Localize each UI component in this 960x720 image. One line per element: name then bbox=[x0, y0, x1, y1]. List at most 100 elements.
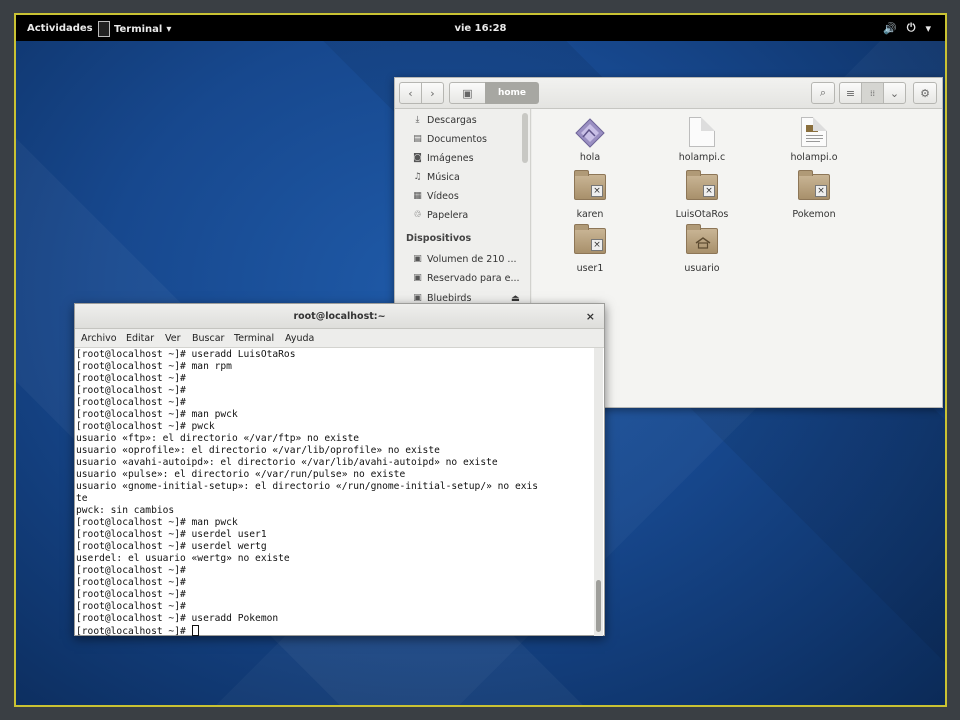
terminal-line: [root@localhost ~]# bbox=[76, 385, 186, 396]
terminal-line: [root@localhost ~]# bbox=[76, 577, 186, 588]
file-name: holampi.c bbox=[678, 152, 726, 163]
folder-item-usuario[interactable]: usuario bbox=[662, 224, 742, 274]
sidebar-item-label: Documentos bbox=[427, 133, 487, 145]
forward-button[interactable]: › bbox=[421, 82, 444, 104]
sidebar-item-imagenes[interactable]: ◙ Imágenes bbox=[412, 150, 474, 166]
folder-item-user1[interactable]: × user1 bbox=[550, 224, 630, 274]
sidebar-item-label: Bluebirds bbox=[427, 292, 472, 304]
grid-view-button[interactable]: ⁞⁞ bbox=[861, 82, 884, 104]
sidebar-device-volumen[interactable]: ▣ Volumen de 210 ... bbox=[412, 251, 516, 267]
terminal-line: [root@localhost ~]# useradd Pokemon bbox=[76, 613, 279, 624]
path-home-button[interactable]: home bbox=[485, 82, 539, 104]
terminal-scrollbar[interactable] bbox=[594, 348, 603, 636]
chevron-right-icon: › bbox=[430, 86, 435, 100]
locked-folder-icon: × bbox=[685, 170, 719, 206]
file-item-holampi-o[interactable]: holampi.o bbox=[774, 117, 854, 163]
power-icon[interactable]: ⏻ bbox=[907, 21, 916, 35]
folder-item-luisotaros[interactable]: × LuisOtaRos bbox=[662, 170, 742, 220]
folder-name: Pokemon bbox=[792, 209, 836, 220]
music-icon: ♫ bbox=[413, 172, 422, 182]
terminal-titlebar[interactable]: root@localhost:~ × bbox=[75, 304, 604, 329]
binary-file-icon bbox=[797, 117, 831, 149]
desktop: Actividades Terminal ▾ vie 16:28 🔊 ⏻ ▾ ‹… bbox=[14, 13, 947, 707]
terminal-line: [root@localhost ~]# useradd LuisOtaRos bbox=[76, 349, 296, 360]
file-name: holampi.o bbox=[790, 152, 838, 163]
top-bar: Actividades Terminal ▾ vie 16:28 🔊 ⏻ ▾ bbox=[16, 15, 945, 41]
camera-icon: ◙ bbox=[413, 153, 422, 163]
sidebar-item-label: Reservado para e... bbox=[427, 272, 520, 284]
clock[interactable]: vie 16:28 bbox=[16, 23, 945, 34]
search-icon: ⌕ bbox=[819, 86, 827, 99]
folder-name: user1 bbox=[576, 263, 604, 274]
close-icon[interactable]: × bbox=[586, 304, 595, 329]
terminal-line: pwck: sin cambios bbox=[76, 505, 175, 516]
menu-ayuda[interactable]: Ayuda bbox=[285, 333, 314, 344]
system-tray[interactable]: 🔊 ⏻ ▾ bbox=[883, 21, 931, 35]
menu-buscar[interactable]: Buscar bbox=[192, 333, 224, 344]
folder-name: LuisOtaRos bbox=[675, 209, 729, 220]
list-icon: ≡ bbox=[845, 86, 856, 100]
terminal-window: root@localhost:~ × Archivo Editar Ver Bu… bbox=[74, 303, 605, 636]
gear-icon: ⚙ bbox=[920, 86, 930, 100]
drive-icon: ▣ bbox=[413, 293, 422, 303]
sidebar-item-label: Vídeos bbox=[427, 190, 459, 202]
text-file-icon bbox=[685, 117, 719, 149]
menu-terminal[interactable]: Terminal bbox=[234, 333, 274, 344]
sidebar-item-papelera[interactable]: ♲ Papelera bbox=[412, 207, 468, 223]
volume-icon[interactable]: 🔊 bbox=[883, 22, 897, 35]
scrollbar-thumb[interactable] bbox=[596, 580, 601, 632]
sidebar-item-videos[interactable]: ▦ Vídeos bbox=[412, 188, 459, 204]
terminal-menubar: Archivo Editar Ver Buscar Terminal Ayuda bbox=[75, 329, 604, 348]
sidebar-scrollbar[interactable] bbox=[522, 113, 528, 163]
terminal-line: [root@localhost ~]# bbox=[76, 589, 186, 600]
sidebar-item-documentos[interactable]: ▤ Documentos bbox=[412, 131, 487, 147]
window-title: root@localhost:~ bbox=[293, 311, 386, 322]
back-button[interactable]: ‹ bbox=[399, 82, 422, 104]
menu-ver[interactable]: Ver bbox=[165, 333, 181, 344]
folder-name: usuario bbox=[684, 263, 720, 274]
trash-icon: ♲ bbox=[413, 210, 422, 220]
chevron-down-icon: ⌄ bbox=[889, 86, 900, 100]
grid-icon: ⁞⁞ bbox=[869, 88, 876, 98]
eject-icon[interactable]: ⏏ bbox=[511, 293, 520, 304]
drive-icon: ▣ bbox=[462, 86, 473, 100]
terminal-line: usuario «pulse»: el directorio «/var/run… bbox=[76, 469, 406, 480]
locked-folder-icon: × bbox=[573, 224, 607, 260]
list-view-button[interactable]: ≡ bbox=[839, 82, 862, 104]
path-root-button[interactable]: ▣ bbox=[449, 82, 486, 104]
sidebar-item-musica[interactable]: ♫ Música bbox=[412, 169, 460, 185]
terminal-line: [root@localhost ~]# man pwck bbox=[76, 409, 238, 420]
terminal-line: [root@localhost ~]# man rpm bbox=[76, 361, 232, 372]
file-item-holampi-c[interactable]: holampi.c bbox=[662, 117, 742, 163]
terminal-line: [root@localhost ~]# bbox=[76, 397, 186, 408]
image-file-icon bbox=[573, 117, 607, 149]
sidebar-item-label: Papelera bbox=[427, 209, 469, 221]
chevron-down-icon[interactable]: ▾ bbox=[925, 22, 931, 35]
folder-item-pokemon[interactable]: × Pokemon bbox=[774, 170, 854, 220]
menu-archivo[interactable]: Archivo bbox=[81, 333, 117, 344]
text-cursor bbox=[191, 625, 199, 636]
file-item-hola[interactable]: hola bbox=[550, 117, 630, 163]
locked-folder-icon: × bbox=[573, 170, 607, 206]
search-button[interactable]: ⌕ bbox=[811, 82, 835, 104]
drive-icon: ▣ bbox=[413, 254, 422, 264]
terminal-output[interactable]: [root@localhost ~]# useradd LuisOtaRos [… bbox=[76, 348, 596, 636]
folder-item-karen[interactable]: × karen bbox=[550, 170, 630, 220]
chevron-left-icon: ‹ bbox=[408, 86, 413, 100]
terminal-prompt-line[interactable]: [root@localhost ~]# bbox=[76, 625, 596, 636]
sidebar-item-label: Música bbox=[427, 171, 460, 183]
download-icon: ⤓ bbox=[415, 115, 420, 125]
settings-button[interactable]: ⚙ bbox=[913, 82, 937, 104]
terminal-line: [root@localhost ~]# bbox=[76, 565, 186, 576]
sidebar-device-reservado[interactable]: ▣ Reservado para e... bbox=[412, 270, 520, 286]
sidebar-item-descargas[interactable]: ⤓ Descargas bbox=[412, 112, 477, 128]
terminal-line: [root@localhost ~]# pwck bbox=[76, 421, 215, 432]
locked-folder-icon: × bbox=[797, 170, 831, 206]
film-icon: ▦ bbox=[413, 191, 422, 201]
view-options-button[interactable]: ⌄ bbox=[883, 82, 906, 104]
sidebar-item-label: Imágenes bbox=[427, 152, 474, 164]
document-icon: ▤ bbox=[413, 134, 422, 144]
menu-editar[interactable]: Editar bbox=[126, 333, 154, 344]
folder-name: karen bbox=[576, 209, 604, 220]
file-name: hola bbox=[579, 152, 601, 163]
